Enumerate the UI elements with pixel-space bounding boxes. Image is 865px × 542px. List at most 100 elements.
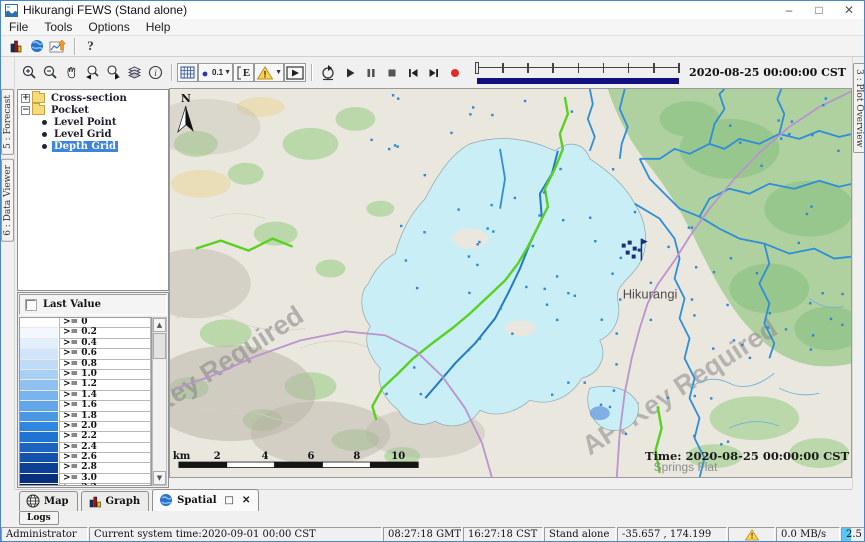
tab-map[interactable]: Map: [19, 491, 78, 511]
logs-button[interactable]: Logs: [19, 511, 59, 525]
info-button[interactable]: i: [145, 63, 166, 82]
tree-item-pocket[interactable]: − Pocket: [18, 104, 168, 116]
info-icon: i: [147, 64, 164, 81]
color-swatch: [20, 453, 58, 463]
question-icon: ?: [87, 38, 94, 54]
tree-item-label: Level Point: [52, 117, 118, 128]
value-display-button[interactable]: 0.1 ▼: [198, 63, 233, 82]
map-display-button[interactable]: [26, 37, 47, 56]
step-forward-button[interactable]: [423, 63, 444, 82]
zoom-in-button[interactable]: [19, 63, 40, 82]
legend-row: >= 1.6: [20, 401, 151, 411]
minimize-button[interactable]: –: [774, 2, 804, 19]
tab-graph[interactable]: Graph: [81, 491, 150, 511]
color-swatch: [20, 463, 58, 473]
svg-text:!: !: [750, 531, 753, 540]
rotate-clock-icon: [319, 64, 337, 81]
legend-row: >= 3.2: [20, 484, 151, 486]
pause-button[interactable]: [360, 63, 381, 82]
color-swatch: [20, 318, 58, 328]
timeseries-button[interactable]: [47, 37, 69, 56]
expand-plus-icon[interactable]: +: [21, 94, 30, 103]
status-memory: 2.5 GB: [841, 527, 865, 542]
toolbar-separator: [311, 64, 312, 81]
tree-item-level-grid[interactable]: Level Grid: [18, 128, 168, 140]
scroll-up-icon[interactable]: ▲: [153, 318, 166, 332]
layers-button[interactable]: [124, 63, 145, 82]
label-toggle-button[interactable]: E: [233, 63, 254, 82]
toolbar-separator: [74, 38, 75, 55]
tree-item-level-point[interactable]: Level Point: [18, 116, 168, 128]
tab-plot-overview[interactable]: 3 : Plot Overview: [853, 63, 865, 153]
grid-toggle-button[interactable]: [177, 63, 198, 82]
status-warning-cell[interactable]: !: [728, 527, 775, 542]
menu-help[interactable]: Help: [138, 19, 179, 35]
tree-item-cross-section[interactable]: + Cross-section: [18, 92, 168, 104]
tree-item-label: Level Grid: [52, 129, 113, 140]
menu-file[interactable]: File: [1, 19, 36, 35]
zoom-out-button[interactable]: [40, 63, 61, 82]
scroll-down-icon[interactable]: ▼: [153, 471, 166, 485]
play-button[interactable]: [339, 63, 360, 82]
right-tab-strip: 3 : Plot Overview: [852, 57, 865, 489]
town-label: Hikurangi: [623, 286, 678, 301]
bar-chart-icon: [88, 495, 102, 508]
pan-button[interactable]: [61, 63, 82, 82]
svg-text:i: i: [154, 68, 157, 78]
warnings-button[interactable]: ! ▼: [254, 63, 284, 82]
tab-close-icon[interactable]: ✕: [242, 495, 250, 506]
title-bar: Hikurangi FEWS (Stand alone) – □ ✕: [1, 1, 864, 19]
folder-icon: [32, 105, 45, 115]
close-button[interactable]: ✕: [834, 2, 864, 19]
slider-tick: [678, 63, 680, 73]
scroll-thumb[interactable]: [153, 333, 166, 359]
tab-maximize-icon[interactable]: □: [225, 495, 234, 506]
slider-tick: [502, 63, 504, 73]
tree-item-label: Cross-section: [49, 93, 129, 104]
map-view[interactable]: API Key Required API Key Required: [169, 88, 852, 478]
node-bullet-icon: [42, 132, 47, 137]
value-label: 0.1: [212, 68, 223, 77]
last-value-checkbox[interactable]: [26, 300, 36, 310]
color-swatch: [20, 349, 58, 359]
slider-tick: [578, 63, 580, 73]
globe-icon: [29, 38, 45, 54]
legend-label: >= 0.6: [59, 349, 151, 359]
tree-item-label-selected: Depth Grid: [52, 141, 118, 152]
maximize-button[interactable]: □: [804, 2, 834, 19]
color-swatch: [20, 422, 58, 432]
record-button[interactable]: [444, 63, 465, 82]
dropdown-caret-icon: ▼: [275, 69, 282, 76]
menu-options[interactable]: Options: [80, 19, 137, 35]
color-swatch: [20, 380, 58, 390]
legend-row: >= 0.6: [20, 349, 151, 359]
step-back-button[interactable]: [402, 63, 423, 82]
svg-text:10: 10: [391, 451, 405, 462]
expand-minus-icon[interactable]: −: [21, 106, 30, 115]
map-canvas: API Key Required API Key Required: [170, 89, 852, 478]
explorer-button[interactable]: [5, 37, 26, 56]
menu-bar: File Tools Options Help: [1, 19, 864, 36]
color-swatch: [20, 391, 58, 401]
animation-button[interactable]: [284, 63, 306, 82]
time-slider[interactable]: [475, 60, 681, 86]
node-bullet-icon: [42, 144, 47, 149]
zoom-previous-button[interactable]: [82, 63, 103, 82]
menu-tools[interactable]: Tools: [36, 19, 80, 35]
help-button[interactable]: ?: [80, 37, 101, 56]
stop-button[interactable]: [381, 63, 402, 82]
tree-item-depth-grid[interactable]: Depth Grid: [18, 140, 168, 152]
zoom-next-icon: [105, 64, 122, 81]
legend-scrollbar[interactable]: ▲ ▼: [152, 317, 167, 486]
zoom-next-button[interactable]: [103, 63, 124, 82]
tab-forecast[interactable]: 5 : Forecast: [1, 89, 14, 155]
slider-handle[interactable]: [475, 62, 479, 74]
color-swatch: [20, 412, 58, 422]
movie-settings-button[interactable]: [317, 63, 339, 82]
slider-tick: [603, 63, 605, 73]
color-swatch: [20, 370, 58, 380]
status-user: Administrator: [1, 527, 88, 542]
tab-data-viewer[interactable]: 6 : Data Viewer: [1, 159, 14, 242]
status-local-time: 16:27:18 CST: [463, 527, 543, 542]
tab-spatial[interactable]: Spatial □ ✕: [152, 489, 259, 511]
